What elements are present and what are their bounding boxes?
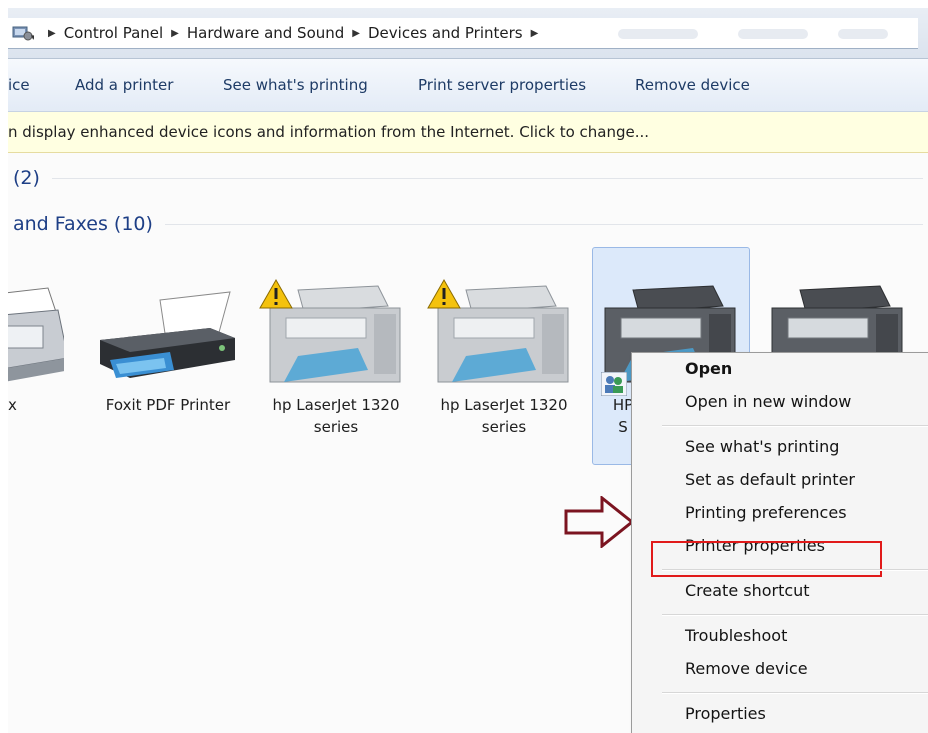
command-bar: ice Add a printer See what's printing Pr… [8, 59, 928, 112]
blurred-region [618, 29, 698, 39]
menu-open-new-window[interactable]: Open in new window [685, 387, 851, 417]
address-field[interactable]: ▾ ▶ Control Panel ▶ Hardware and Sound ▶… [8, 18, 918, 49]
control-panel-icon: ▾ [12, 26, 34, 41]
add-printer-command[interactable]: Add a printer [75, 59, 173, 111]
menu-separator [662, 569, 928, 571]
menu-set-default-printer[interactable]: Set as default printer [685, 465, 855, 495]
breadcrumb-hardware-and-sound[interactable]: Hardware and Sound [187, 24, 344, 42]
fax-icon [8, 287, 64, 382]
menu-separator [662, 692, 928, 694]
menu-troubleshoot[interactable]: Troubleshoot [685, 621, 787, 651]
menu-see-whats-printing[interactable]: See what's printing [685, 432, 839, 462]
device-label: series [313, 418, 359, 436]
device-label: x [8, 396, 17, 414]
menu-separator [662, 614, 928, 616]
device-label: hp LaserJet 1320 [272, 396, 400, 414]
breadcrumb: ▶ Control Panel ▶ Hardware and Sound ▶ D… [40, 18, 546, 48]
breadcrumb-control-panel[interactable]: Control Panel [64, 24, 163, 42]
info-bar[interactable]: n display enhanced device icons and info… [8, 112, 928, 153]
group-devices-label: (2) [13, 167, 40, 189]
printer-icon [100, 291, 235, 378]
group-printers-label: and Faxes (10) [13, 213, 153, 235]
blurred-region [738, 29, 808, 39]
remove-device-command[interactable]: Remove device [635, 59, 750, 111]
print-server-properties-command[interactable]: Print server properties [418, 59, 586, 111]
device-label: Foxit PDF Printer [105, 396, 231, 414]
info-bar-text: n display enhanced device icons and info… [8, 123, 650, 141]
address-bar: ▾ ▶ Control Panel ▶ Hardware and Sound ▶… [8, 8, 928, 59]
triangle-right-icon[interactable]: ▶ [48, 28, 56, 39]
device-foxit-pdf-printer[interactable]: Foxit PDF Printer [90, 248, 246, 462]
menu-separator [662, 425, 928, 427]
menu-open[interactable]: Open [685, 354, 732, 384]
menu-printing-preferences[interactable]: Printing preferences [685, 498, 847, 528]
device-label: series [481, 418, 527, 436]
warning-icon [427, 278, 461, 309]
group-devices-header[interactable]: (2) [13, 166, 923, 190]
devices-and-printers-window: ▾ ▶ Control Panel ▶ Hardware and Sound ▶… [8, 8, 928, 733]
menu-create-shortcut[interactable]: Create shortcut [685, 576, 810, 606]
see-whats-printing-command[interactable]: See what's printing [223, 59, 368, 111]
svg-text:▾: ▾ [31, 33, 34, 41]
device-label: S [618, 418, 628, 436]
highlight-box [651, 541, 882, 577]
triangle-right-icon[interactable]: ▶ [531, 28, 539, 39]
device-label: hp LaserJet 1320 [440, 396, 568, 414]
group-printers-header[interactable]: and Faxes (10) [13, 212, 923, 236]
warning-icon [259, 278, 293, 309]
device-hp-laserjet-1320-b[interactable]: hp LaserJet 1320 series [426, 248, 582, 462]
device-hp-laserjet-1320-a[interactable]: hp LaserJet 1320 series [258, 248, 414, 462]
shared-users-icon [601, 372, 627, 396]
device-fax[interactable]: x [8, 248, 64, 462]
add-device-command[interactable]: ice [8, 59, 30, 111]
blurred-region [838, 29, 888, 39]
outline-arrow-right-icon [564, 496, 634, 548]
breadcrumb-devices-and-printers[interactable]: Devices and Printers [368, 24, 523, 42]
context-menu: Open Open in new window See what's print… [631, 352, 928, 733]
menu-properties[interactable]: Properties [685, 699, 766, 729]
triangle-right-icon[interactable]: ▶ [352, 28, 360, 39]
menu-remove-device[interactable]: Remove device [685, 654, 808, 684]
triangle-right-icon[interactable]: ▶ [171, 28, 179, 39]
